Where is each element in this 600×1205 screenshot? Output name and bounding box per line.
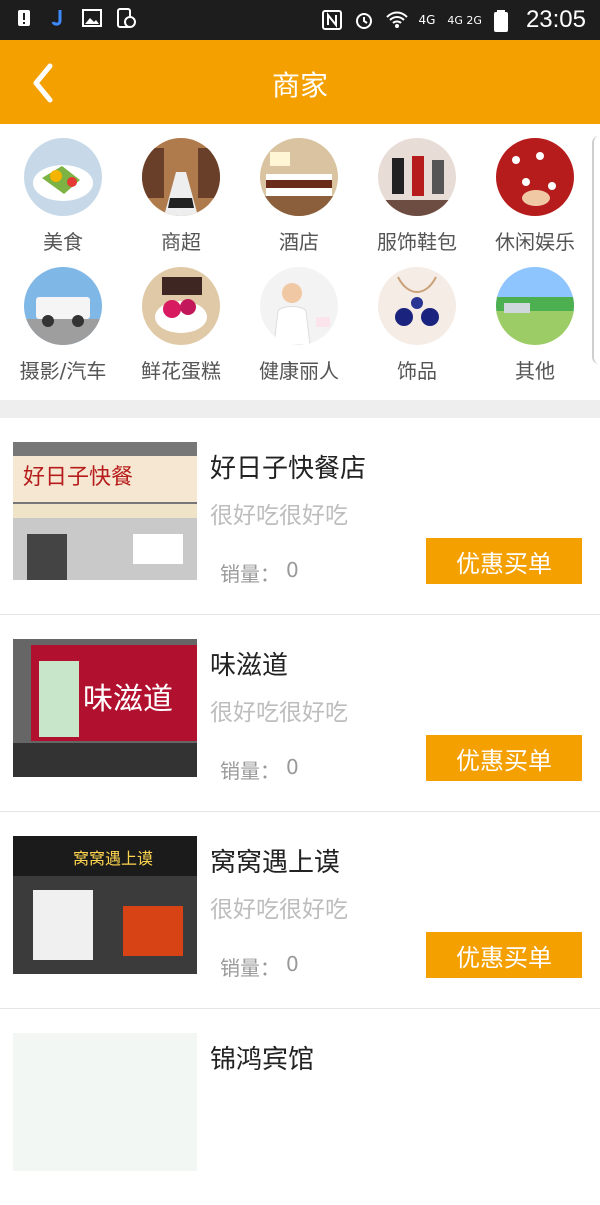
supermarket-image	[142, 138, 220, 216]
merchant-card[interactable]: 锦鸿宾馆	[0, 1009, 600, 1205]
edge-scroll-indicator	[592, 136, 600, 364]
category-row-1: 美食 商超 酒店 服饰鞋包 休闲娱乐	[0, 138, 600, 268]
car-image	[24, 267, 102, 345]
shop-sign-text: 好日子快餐	[23, 465, 133, 490]
merchant-list: 好日子快餐 好日子快餐店 很好吃很好吃 销量： 0 优惠买单 味滋道 味滋道 很…	[0, 418, 600, 1171]
merchant-name: 味滋道	[210, 651, 289, 681]
section-divider	[0, 400, 600, 418]
merchant-thumbnail	[13, 1033, 197, 1171]
merchant-name: 锦鸿宾馆	[210, 1045, 315, 1075]
category-apparel[interactable]: 服饰鞋包	[358, 138, 476, 255]
nfc-icon	[322, 10, 343, 30]
sales-label: 销量：	[220, 759, 280, 783]
doctor-image	[260, 267, 338, 345]
category-label: 服饰鞋包	[377, 230, 457, 254]
image-icon	[82, 8, 102, 28]
merchant-sales: 销量： 0	[220, 952, 299, 981]
sales-label: 销量：	[220, 562, 280, 586]
merchant-thumbnail: 好日子快餐	[13, 442, 197, 580]
sales-count: 0	[286, 952, 299, 976]
merchant-thumbnail: 味滋道	[13, 639, 197, 777]
merchant-card[interactable]: 好日子快餐 好日子快餐店 很好吃很好吃 销量： 0 优惠买单	[0, 418, 600, 615]
sales-label: 销量：	[220, 956, 280, 980]
apparel-image	[378, 138, 456, 216]
category-leisure[interactable]: 休闲娱乐	[476, 138, 594, 255]
category-label: 休闲娱乐	[495, 230, 575, 254]
other-image	[496, 267, 574, 345]
food-image	[24, 138, 102, 216]
category-label: 商超	[161, 230, 201, 254]
status-time: 23:05	[525, 6, 586, 33]
category-label: 健康丽人	[259, 359, 339, 383]
category-supermarket[interactable]: 商超	[122, 138, 240, 255]
category-label: 鲜花蛋糕	[141, 359, 221, 383]
merchant-card[interactable]: 窝窝遇上谟 窝窝遇上谟 很好吃很好吃 销量： 0 优惠买单	[0, 812, 600, 1009]
merchant-name: 好日子快餐店	[210, 454, 367, 484]
category-photo-car[interactable]: 摄影/汽车	[4, 267, 122, 384]
battery-icon	[493, 10, 514, 32]
category-hotel[interactable]: 酒店	[240, 138, 358, 255]
alert-icon	[14, 8, 34, 28]
shop-sign-text: 窝窝遇上谟	[73, 849, 153, 868]
app-header: 商家	[0, 40, 600, 124]
device-clock-icon	[116, 8, 136, 28]
flowers-cake-image	[142, 267, 220, 345]
merchant-sales: 销量： 0	[220, 755, 299, 784]
alarm-icon	[354, 10, 374, 30]
category-other[interactable]: 其他	[476, 267, 594, 384]
jewelry-image	[378, 267, 456, 345]
page-title: 商家	[271, 69, 328, 102]
merchant-sales: 销量： 0	[220, 558, 299, 587]
leisure-image	[496, 138, 574, 216]
shop-sign-text: 味滋道	[83, 682, 173, 717]
merchant-thumbnail: 窝窝遇上谟	[13, 836, 197, 974]
status-left-icons	[14, 8, 136, 28]
network-label-2: 4G 2G	[447, 13, 482, 27]
merchant-description: 很好吃很好吃	[210, 897, 348, 923]
wifi-icon	[386, 10, 409, 30]
merchant-description: 很好吃很好吃	[210, 700, 348, 726]
discount-pay-button[interactable]: 优惠买单	[426, 932, 582, 978]
category-jewelry[interactable]: 饰品	[358, 267, 476, 384]
category-grid: 美食 商超 酒店 服饰鞋包 休闲娱乐 摄影/汽车 鲜花蛋糕 健康丽人 饰品 其他	[0, 124, 600, 400]
hotel-image	[260, 138, 338, 216]
discount-pay-button[interactable]: 优惠买单	[426, 538, 582, 584]
status-bar: 4G 4G 2G 23:05	[0, 0, 600, 40]
status-right-icons: 4G 4G 2G 23:05	[322, 6, 586, 34]
category-label: 美食	[43, 230, 83, 254]
category-label: 其他	[515, 359, 555, 383]
merchant-description: 很好吃很好吃	[210, 503, 348, 529]
category-food[interactable]: 美食	[4, 138, 122, 255]
category-flowers-cake[interactable]: 鲜花蛋糕	[122, 267, 240, 384]
merchant-name: 窝窝遇上谟	[210, 848, 341, 878]
sales-count: 0	[286, 755, 299, 779]
category-row-2: 摄影/汽车 鲜花蛋糕 健康丽人 饰品 其他	[0, 267, 600, 397]
sales-count: 0	[286, 558, 299, 582]
j-app-icon	[48, 8, 68, 28]
network-label: 4G	[418, 13, 436, 27]
category-label: 摄影/汽车	[19, 359, 107, 383]
merchant-card[interactable]: 味滋道 味滋道 很好吃很好吃 销量： 0 优惠买单	[0, 615, 600, 812]
category-label: 酒店	[279, 230, 319, 254]
category-health-beauty[interactable]: 健康丽人	[240, 267, 358, 384]
category-label: 饰品	[397, 359, 437, 383]
discount-pay-button[interactable]: 优惠买单	[426, 735, 582, 781]
